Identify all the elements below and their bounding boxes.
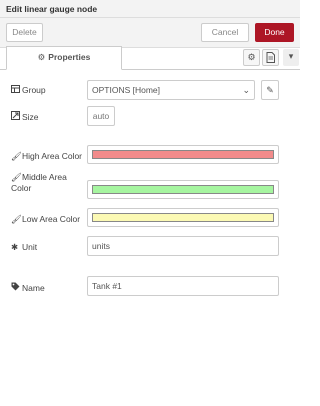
group-select-value: OPTIONS [Home] — [92, 85, 161, 95]
middle-color-picker[interactable] — [87, 180, 279, 199]
name-label: Name — [11, 282, 45, 293]
middle-color-swatch — [92, 185, 274, 194]
middle-color-row: 🖌Middle Area Color — [0, 172, 300, 200]
cancel-button[interactable]: Cancel — [201, 23, 249, 42]
size-row: Size auto — [0, 106, 300, 126]
low-color-row: 🖌Low Area Color — [0, 208, 300, 228]
paintbrush-icon: 🖌 — [11, 172, 22, 182]
chevron-down-icon: ⌄ — [242, 85, 250, 95]
high-color-swatch — [92, 150, 274, 159]
paintbrush-icon: 🖌 — [11, 214, 22, 224]
high-color-label: 🖌High Area Color — [11, 151, 82, 162]
pencil-icon: ✎ — [266, 85, 274, 95]
group-row: Group OPTIONS [Home] ⌄ ✎ — [0, 80, 300, 100]
asterisk-icon: ✱ — [11, 242, 19, 252]
low-color-swatch — [92, 213, 274, 222]
middle-color-label: 🖌Middle Area Color — [11, 172, 81, 194]
table-icon — [11, 85, 20, 95]
unit-row: ✱ Unit units — [0, 236, 300, 256]
gear-icon: ⚙ — [247, 52, 256, 62]
description-tab-button[interactable] — [262, 49, 279, 66]
name-row: Name Tank #1 — [0, 276, 300, 296]
tab-bar: ⚙ Properties ⚙ ▾ — [0, 46, 300, 70]
tab-properties[interactable]: ⚙ Properties — [6, 46, 122, 70]
gear-icon: ⚙ — [37, 52, 46, 62]
size-label-text: Size — [22, 112, 39, 122]
tag-icon — [11, 282, 20, 293]
group-label: Group — [11, 85, 46, 95]
group-label-text: Group — [22, 85, 46, 95]
name-label-text: Name — [22, 283, 45, 293]
size-label: Size — [11, 111, 39, 122]
tab-properties-label: Properties — [48, 52, 91, 62]
name-input[interactable]: Tank #1 — [87, 276, 279, 296]
size-button[interactable]: auto — [87, 106, 115, 126]
caret-down-icon: ▾ — [288, 51, 294, 61]
document-icon — [266, 52, 275, 63]
settings-tab-button[interactable]: ⚙ — [243, 49, 260, 66]
dialog-title: Edit linear gauge node — [6, 4, 98, 14]
dialog-toolbar: Delete Cancel Done — [0, 18, 300, 48]
unit-label-text: Unit — [22, 242, 38, 252]
low-color-picker[interactable] — [87, 208, 279, 227]
high-color-label-text: High Area Color — [22, 151, 83, 161]
more-tabs-button[interactable]: ▾ — [283, 49, 299, 66]
low-color-label: 🖌Low Area Color — [11, 214, 80, 225]
unit-input[interactable]: units — [87, 236, 279, 256]
high-color-picker[interactable] — [87, 145, 279, 164]
dialog-titlebar: Edit linear gauge node — [0, 0, 300, 18]
unit-label: ✱ Unit — [11, 242, 37, 253]
done-button[interactable]: Done — [255, 23, 294, 42]
low-color-label-text: Low Area Color — [22, 214, 81, 224]
paintbrush-icon: 🖌 — [11, 151, 22, 161]
delete-button[interactable]: Delete — [6, 23, 43, 42]
edit-group-button[interactable]: ✎ — [261, 80, 279, 100]
group-select[interactable]: OPTIONS [Home] ⌄ — [87, 80, 255, 100]
resize-icon — [11, 111, 20, 122]
high-color-row: 🖌High Area Color — [0, 145, 300, 165]
